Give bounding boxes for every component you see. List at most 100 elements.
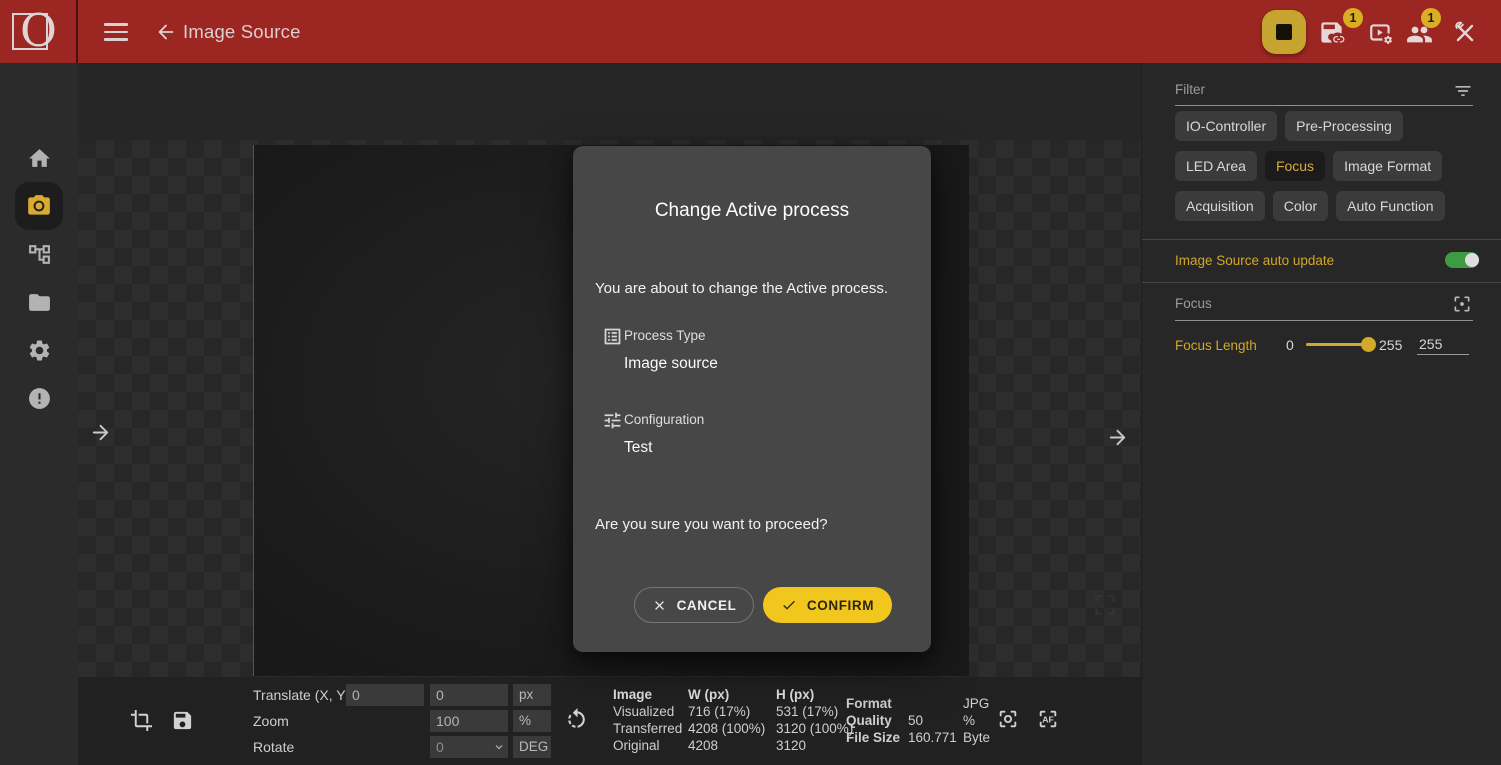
format-value: 50 [908,712,963,729]
tools-close-icon[interactable] [1452,20,1478,46]
table-cell: 3120 (100%) [776,720,856,737]
slider-knob[interactable] [1361,337,1376,352]
toggle-knob [1465,253,1479,267]
filter-chip-pre-processing[interactable]: Pre-Processing [1285,111,1403,141]
pan-arrow-left-region-icon[interactable] [89,421,112,444]
table-row-name: Visualized [613,703,688,720]
check-icon [781,597,797,613]
table-cell: 716 (17%) [688,703,776,720]
process-type-label: Process Type [624,328,706,343]
gear-icon[interactable] [27,338,52,363]
menu-icon[interactable] [104,23,128,46]
auto-update-toggle[interactable] [1445,252,1479,268]
stop-button[interactable] [1262,10,1306,54]
app-window: O Image Source 1 1 [0,0,1501,765]
focus-region-marker [1092,592,1118,618]
top-app-bar: O Image Source 1 1 [0,0,1501,63]
save-badge: 1 [1343,8,1363,28]
filter-chip-acquisition[interactable]: Acquisition [1175,191,1265,221]
configuration-value: Test [624,439,652,457]
tune-icon [602,410,623,431]
translate-unit: px [513,684,551,706]
af-label: AF [1042,714,1054,724]
close-icon [652,598,667,613]
list-icon [602,326,623,347]
format-value [908,695,963,712]
table-row-name: Transferred [613,720,688,737]
folder-icon[interactable] [27,290,52,315]
auto-update-label: Image Source auto update [1175,253,1334,268]
crop-icon[interactable] [130,709,153,732]
dialog-message: You are about to change the Active proce… [595,280,915,297]
focus-length-label: Focus Length [1175,338,1257,353]
table-cell: 4208 (100%) [688,720,776,737]
filter-chip-color[interactable]: Color [1273,191,1328,221]
back-arrow-icon[interactable] [155,21,177,43]
format-label: File Size [846,729,908,746]
filter-chip-focus[interactable]: Focus [1265,151,1325,181]
save-link-icon[interactable] [1318,19,1345,46]
logo-letter: O [20,5,57,57]
format-value: 160.771 [908,729,963,746]
format-table: Format JPG Quality 50 % File Size 160.77… [846,695,1003,746]
rotate-label: Rotate [253,736,294,758]
process-type-value: Image source [624,355,718,373]
af-focus-icon[interactable]: AF [1037,708,1059,730]
filter-chip-group: IO-Controller Pre-Processing LED Area Fo… [1175,111,1473,221]
translate-y-input[interactable] [430,684,508,706]
filter-chip-led-area[interactable]: LED Area [1175,151,1257,181]
zoom-input[interactable] [430,710,508,732]
center-focus-icon[interactable] [997,708,1019,730]
rotate-value: 0 [436,739,444,755]
divider [1142,239,1501,240]
translate-label: Translate (X, Y) [253,684,350,706]
format-label: Quality [846,712,908,729]
stop-icon [1276,24,1292,40]
table-cell: 3120 [776,737,856,754]
cancel-label: CANCEL [677,598,737,613]
table-cell: 4208 [688,737,776,754]
zoom-label: Zoom [253,710,289,732]
error-icon[interactable] [27,386,52,411]
sidebar-item-camera[interactable] [15,182,63,230]
focus-length-input[interactable] [1417,335,1469,355]
divider [1175,105,1473,106]
format-label: Format [846,695,908,712]
confirm-label: CONFIRM [807,598,874,613]
confirm-button[interactable]: CONFIRM [763,587,892,623]
filter-chip-auto-function[interactable]: Auto Function [1336,191,1444,221]
col-header: H (px) [776,686,856,703]
bottom-toolbar: Translate (X, Y) px Zoom % Rotate 0 DEG … [78,677,1141,765]
filter-icon[interactable] [1453,81,1473,101]
cancel-button[interactable]: CANCEL [634,587,754,623]
filter-chip-image-format[interactable]: Image Format [1333,151,1442,181]
filter-title: Filter [1175,82,1205,97]
slider-max-label: 255 [1379,337,1402,353]
table-row-name: Original [613,737,688,754]
settings-panel: Filter IO-Controller Pre-Processing LED … [1141,63,1501,765]
translate-x-input[interactable] [346,684,424,706]
left-sidebar [0,63,78,765]
chevron-down-icon [493,741,505,753]
focus-section-icon[interactable] [1452,294,1472,314]
pan-arrow-right-region-icon[interactable] [1106,426,1129,449]
users-badge: 1 [1421,8,1441,28]
configuration-label: Configuration [624,412,704,427]
image-size-table: Image W (px) H (px) Visualized 716 (17%)… [613,686,856,754]
col-header: Image [613,686,688,703]
home-icon[interactable] [27,146,52,171]
focus-section-title: Focus [1175,296,1212,311]
col-header: W (px) [688,686,776,703]
divider [1175,320,1473,321]
reset-icon[interactable] [564,707,589,732]
process-tree-icon[interactable] [27,242,52,267]
rotate-select[interactable]: 0 [430,736,508,758]
rotate-unit: DEG [513,736,551,758]
zoom-unit: % [513,710,551,732]
dialog-question: Are you sure you want to proceed? [595,516,828,533]
filter-chip-io-controller[interactable]: IO-Controller [1175,111,1277,141]
video-settings-icon[interactable] [1368,20,1394,46]
save-icon[interactable] [171,709,194,732]
dialog-title: Change Active process [573,200,931,222]
slider-min-label: 0 [1286,337,1294,353]
